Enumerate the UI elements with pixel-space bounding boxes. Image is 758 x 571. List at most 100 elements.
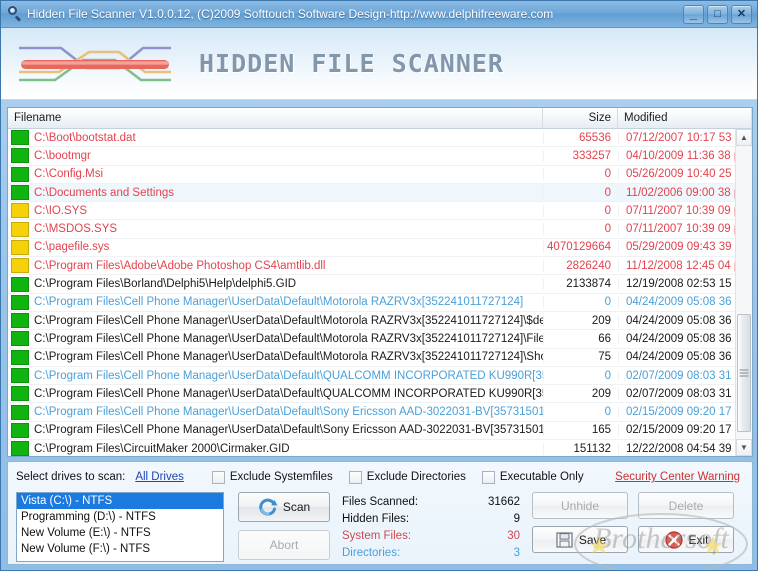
exit-button-label: Exit (688, 532, 709, 547)
table-row[interactable]: C:\Program Files\Adobe\Adobe Photoshop C… (8, 257, 752, 276)
status-chip-green (11, 166, 29, 182)
table-row[interactable]: C:\Program Files\Cell Phone Manager\User… (8, 403, 752, 422)
table-row[interactable]: C:\bootmgr 333257 04/10/2009 11:36 38 pm (8, 147, 752, 166)
action-buttons-column: Unhide Delete Save Exit (520, 492, 744, 562)
cell-size: 209 (543, 314, 618, 327)
cell-filename: C:\pagefile.sys (34, 241, 110, 254)
table-row[interactable]: C:\Boot\bootstat.dat 65536 07/12/2007 10:1… (8, 129, 752, 148)
close-icon: ✕ (736, 7, 747, 20)
cell-size: 2133874 (543, 278, 618, 291)
scan-button[interactable]: Scan (238, 492, 330, 522)
cell-filename: C:\Documents and Settings (34, 186, 174, 199)
delete-button[interactable]: Delete (638, 492, 734, 519)
table-row[interactable]: C:\pagefile.sys 4070129664 05/29/2009 09:4… (8, 238, 752, 258)
drive-list-item[interactable]: New Volume (E:\) - NTFS (17, 525, 223, 541)
crossing-lines-logo-icon (19, 46, 171, 81)
scrollbar-track[interactable] (736, 146, 752, 439)
cell-modified: 04/10/2009 11:36 38 pm (618, 149, 752, 162)
close-button[interactable]: ✕ (731, 4, 752, 24)
table-row[interactable]: C:\Program Files\CircuitMaker 2000\Cirma… (8, 440, 752, 456)
cell-modified: 12/22/2008 04:54 39 pm (618, 442, 752, 455)
table-row[interactable]: C:\Program Files\Cell Phone Manager\User… (8, 348, 752, 367)
cell-modified: 12/19/2008 02:53 15 pm (618, 278, 752, 291)
abort-button[interactable]: Abort (238, 530, 330, 560)
table-row[interactable]: C:\Program Files\Cell Phone Manager\User… (8, 366, 752, 386)
exclude-systemfiles-checkbox[interactable]: Exclude Systemfiles (211, 470, 333, 484)
drive-list[interactable]: Vista (C:\) - NTFS Programming (D:\) - NT… (16, 492, 224, 562)
cell-modified: 02/07/2009 08:03 31 pm (618, 369, 752, 382)
cell-modified: 07/11/2007 10:39 09 pm (618, 204, 752, 217)
executable-only-checkbox[interactable]: Executable Only (481, 470, 584, 484)
status-chip-green (11, 441, 29, 456)
cell-size: 65536 (543, 131, 618, 144)
all-drives-link[interactable]: All Drives (135, 471, 184, 483)
cell-modified: 04/24/2009 05:08 36 pm (618, 296, 752, 309)
status-chip-green (11, 148, 29, 164)
stat-label: Files Scanned: (342, 495, 419, 508)
floppy-disk-icon (556, 531, 573, 548)
cell-filename: C:\Program Files\Borland\Delphi5\Help\de… (34, 278, 297, 291)
column-header-filename[interactable]: Filename (8, 108, 543, 128)
checkbox-icon[interactable] (348, 470, 362, 484)
table-row[interactable]: C:\Program Files\Cell Phone Manager\User… (8, 421, 752, 441)
table-row[interactable]: C:\Program Files\Cell Phone Manager\User… (8, 293, 752, 312)
cell-filename: C:\Program Files\Adobe\Adobe Photoshop C… (34, 259, 326, 272)
cell-filename: C:\MSDOS.SYS (34, 223, 118, 236)
status-chip-green (11, 368, 29, 383)
table-row[interactable]: C:\Program Files\Cell Phone Manager\User… (8, 385, 752, 404)
stat-value: 30 (507, 529, 520, 542)
cell-filename: C:\Program Files\Cell Phone Manager\User… (34, 332, 543, 345)
cell-filename: C:\bootmgr (34, 149, 91, 162)
file-list: Filename Size Modified C:\Boot\bootstat.… (7, 107, 753, 457)
cell-modified: 07/12/2007 10:17 53 am (618, 131, 752, 144)
column-header-size[interactable]: Size (543, 108, 618, 128)
cell-modified: 11/02/2006 09:00 38 pm (618, 186, 752, 199)
scroll-up-icon[interactable]: ▲ (736, 129, 752, 146)
cell-filename: C:\Boot\bootstat.dat (34, 131, 136, 144)
save-button[interactable]: Save (532, 526, 628, 553)
table-row[interactable]: C:\Documents and Settings 0 11/02/2006 09:… (8, 183, 752, 203)
stat-line: Files Scanned: 31662 (342, 493, 520, 510)
window-title: Hidden File Scanner V1.0.0.12, (C)2009 S… (27, 7, 554, 21)
vertical-scrollbar[interactable]: ▲ ▼ (735, 129, 752, 456)
table-row[interactable]: C:\Program Files\Cell Phone Manager\User… (8, 311, 752, 331)
table-row[interactable]: C:\Program Files\Borland\Delphi5\Help\de… (8, 275, 752, 294)
exclude-directories-checkbox[interactable]: Exclude Directories (348, 470, 466, 484)
checkbox-icon[interactable] (481, 470, 495, 484)
save-button-label: Save (578, 532, 607, 547)
scroll-down-icon[interactable]: ▼ (736, 439, 752, 456)
unhide-button[interactable]: Unhide (532, 492, 628, 519)
table-row[interactable]: C:\MSDOS.SYS 0 07/11/2007 10:39 09 pm (8, 220, 752, 239)
table-row[interactable]: C:\IO.SYS 0 07/11/2007 10:39 09 pm (8, 202, 752, 221)
scrollbar-thumb[interactable] (737, 314, 751, 432)
cell-filename: C:\Program Files\Cell Phone Manager\User… (34, 424, 543, 437)
exit-button[interactable]: Exit (638, 526, 734, 553)
column-header-modified[interactable]: Modified (618, 108, 752, 128)
cell-filename: C:\Program Files\Cell Phone Manager\User… (34, 314, 543, 327)
table-row[interactable]: C:\Program Files\Cell Phone Manager\User… (8, 330, 752, 349)
drive-list-item[interactable]: Programming (D:\) - NTFS (17, 509, 223, 525)
scan-buttons-column: Scan Abort (224, 492, 330, 562)
status-chip-yellow (11, 221, 29, 237)
maximize-button[interactable]: □ (707, 4, 728, 24)
minimize-button[interactable]: _ (683, 4, 704, 24)
cell-size: 0 (543, 186, 618, 199)
action-row-secondary: Save Exit (532, 526, 744, 553)
table-row[interactable]: C:\Config.Msi 0 05/26/2009 10:40 25 pm (8, 165, 752, 184)
status-chip-green (11, 185, 29, 201)
abort-button-label: Abort (269, 538, 299, 552)
drive-list-item[interactable]: New Volume (F:\) - NTFS (17, 541, 223, 557)
cell-size: 0 (543, 223, 618, 236)
cell-size: 2826240 (543, 259, 618, 272)
stat-line: Hidden Files: 9 (342, 510, 520, 527)
cell-modified: 11/12/2008 12:45 04 pm (618, 259, 752, 272)
drive-list-item[interactable]: Vista (C:\) - NTFS (17, 493, 223, 509)
cell-filename: C:\IO.SYS (34, 204, 88, 217)
unhide-button-label: Unhide (560, 498, 600, 513)
executable-only-label: Executable Only (499, 471, 584, 483)
cell-size: 0 (543, 168, 618, 181)
cell-size: 4070129664 (543, 241, 618, 254)
security-center-warning-link[interactable]: Security Center Warning (615, 471, 740, 483)
checkbox-icon[interactable] (211, 470, 225, 484)
stat-line: Directories: 3 (342, 544, 520, 561)
